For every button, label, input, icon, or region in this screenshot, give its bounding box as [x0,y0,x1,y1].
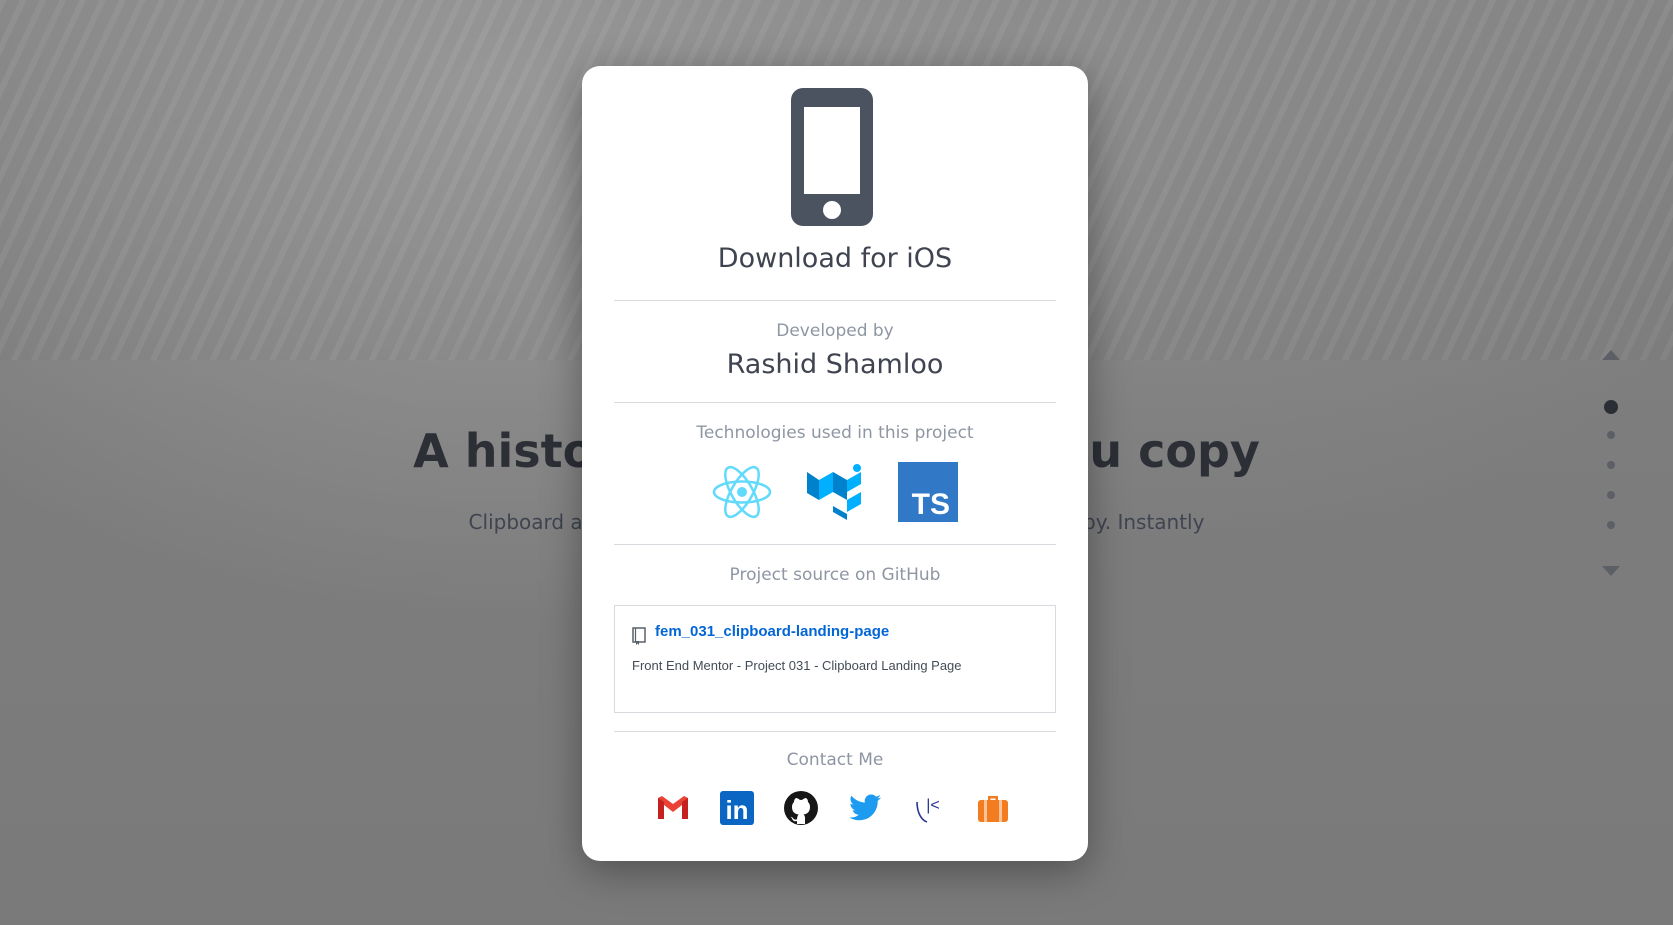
repo-description: Front End Mentor - Project 031 - Clipboa… [632,658,962,673]
divider [614,731,1056,732]
technologies-label: Technologies used in this project [696,423,974,443]
pager-dot-4[interactable] [1607,491,1615,499]
technologies-list: TS [712,462,958,522]
contact-links: in |< [655,790,1015,830]
typescript-icon[interactable]: TS [898,462,958,522]
linkedin-icon[interactable]: in [719,790,755,826]
kaggle-icon[interactable]: |< [911,790,947,826]
github-source-label: Project source on GitHub [729,565,941,585]
phone-screen [804,107,860,194]
divider [614,402,1056,403]
github-icon[interactable] [783,790,819,826]
contact-label: Contact Me [786,750,884,770]
react-icon[interactable] [712,462,772,522]
briefcase-icon[interactable] [975,790,1011,826]
repo-name-link[interactable]: fem_031_clipboard-landing-page [655,623,889,640]
phone-icon [791,88,873,226]
repo-icon [632,627,646,645]
pager-dot-5[interactable] [1607,521,1615,529]
developed-by-label: Developed by [776,321,894,341]
pager-up-arrow-icon[interactable] [1602,350,1620,360]
pager-dot-3[interactable] [1607,461,1615,469]
github-repo-card[interactable]: fem_031_clipboard-landing-page Front End… [614,605,1056,713]
download-modal: Download for iOS Developed by Rashid Sha… [582,66,1088,861]
linkedin-icon-label: in [725,795,748,825]
developer-name: Rashid Shamloo [726,349,944,380]
pager-dot-1[interactable] [1604,400,1618,414]
divider [614,300,1056,301]
section-pager [1601,350,1621,580]
kaggle-icon-label: |< [926,797,940,814]
divider [614,544,1056,545]
pager-down-arrow-icon[interactable] [1602,566,1620,576]
mui-icon[interactable] [805,462,865,522]
gmail-icon[interactable] [655,790,691,826]
twitter-icon[interactable] [847,790,883,826]
pager-dot-2[interactable] [1607,431,1615,439]
typescript-icon-label: TS [912,488,950,521]
modal-title: Download for iOS [717,243,953,274]
phone-home-button [823,201,841,219]
